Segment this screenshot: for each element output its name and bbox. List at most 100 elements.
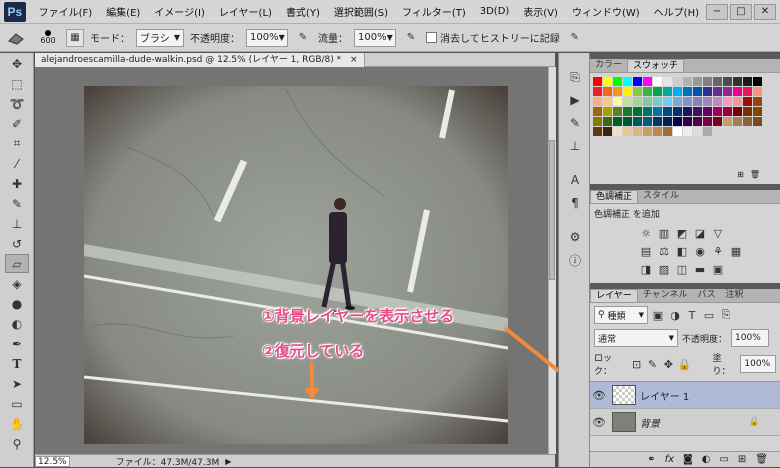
swatch[interactable] — [673, 97, 682, 106]
folder-icon[interactable]: ▭ — [719, 454, 728, 465]
layer-row[interactable]: 👁 背景 🔒 — [590, 409, 780, 436]
swatch[interactable] — [753, 87, 762, 96]
swatch[interactable] — [623, 117, 632, 126]
swatch[interactable] — [743, 117, 752, 126]
swatch[interactable] — [603, 127, 612, 136]
eye-icon[interactable]: 👁 — [590, 389, 608, 402]
swatch[interactable] — [743, 107, 752, 116]
swatch[interactable] — [683, 77, 692, 86]
swatch[interactable] — [633, 127, 642, 136]
clone-stamp-tool-icon[interactable]: ⊥ — [5, 214, 29, 233]
swatch[interactable] — [703, 97, 712, 106]
swatch[interactable] — [723, 107, 732, 116]
blend-mode-select[interactable]: 通常 ▼ — [594, 329, 678, 347]
swatches-grid[interactable] — [590, 73, 780, 171]
swatch[interactable] — [633, 107, 642, 116]
swatch[interactable] — [703, 77, 712, 86]
eye-icon[interactable]: 👁 — [590, 416, 608, 429]
swatch[interactable] — [633, 117, 642, 126]
pressure-opacity-icon[interactable]: ✎ — [294, 29, 312, 47]
menu-file[interactable]: ファイル(F) — [32, 4, 100, 19]
eraser-tool-icon[interactable] — [4, 29, 30, 47]
zoom-level[interactable]: 12.5% — [35, 455, 70, 467]
clone-source-icon[interactable]: ⊥ — [564, 136, 586, 156]
scrollbar-thumb[interactable] — [549, 140, 555, 280]
swatch[interactable] — [633, 87, 642, 96]
swatch[interactable] — [683, 107, 692, 116]
swatch[interactable] — [693, 117, 702, 126]
actions-panel-icon[interactable]: ▶ — [564, 90, 586, 110]
brush-panel-toggle-icon[interactable]: ▦ — [66, 28, 84, 47]
tab-layers[interactable]: レイヤー — [590, 289, 638, 302]
swatch[interactable] — [753, 97, 762, 106]
tab-notes[interactable]: 注釈 — [720, 289, 748, 302]
lasso-tool-icon[interactable]: ➰ — [5, 94, 29, 113]
menu-filter[interactable]: フィルター(T) — [395, 4, 473, 19]
swatch[interactable] — [703, 87, 712, 96]
swatch[interactable] — [623, 107, 632, 116]
swatch[interactable] — [603, 87, 612, 96]
selective-color-icon[interactable]: ▣ — [711, 262, 725, 276]
zoom-tool-icon[interactable]: ⚲ — [5, 434, 29, 453]
eyedropper-tool-icon[interactable]: ⁄ — [5, 154, 29, 173]
swatch[interactable] — [623, 127, 632, 136]
new-layer-icon[interactable]: ⊞ — [738, 454, 746, 465]
swatch[interactable] — [593, 107, 602, 116]
invert-icon[interactable]: ◨ — [639, 262, 653, 276]
swatch[interactable] — [683, 87, 692, 96]
swatch[interactable] — [683, 117, 692, 126]
mask-icon[interactable]: ◙ — [683, 454, 693, 465]
pen-tool-icon[interactable]: ✒ — [5, 334, 29, 353]
exposure-icon[interactable]: ◪ — [693, 226, 707, 240]
tab-styles[interactable]: スタイル — [638, 190, 684, 203]
document-tab[interactable]: alejandroescamilla-dude-walkin.psd @ 12.… — [35, 52, 365, 67]
swatch[interactable] — [663, 127, 672, 136]
swatch[interactable] — [643, 127, 652, 136]
swatch[interactable] — [643, 97, 652, 106]
healing-brush-tool-icon[interactable]: ✚ — [5, 174, 29, 193]
swatch[interactable] — [693, 87, 702, 96]
swatch[interactable] — [733, 117, 742, 126]
swatch[interactable] — [613, 77, 622, 86]
swatch[interactable] — [603, 97, 612, 106]
threshold-icon[interactable]: ◫ — [675, 262, 689, 276]
path-select-tool-icon[interactable]: ➤ — [5, 374, 29, 393]
minimize-button[interactable]: − — [706, 3, 728, 20]
curves-icon[interactable]: ◩ — [675, 226, 689, 240]
history-erase-checkbox[interactable]: 消去してヒストリーに記録 — [426, 30, 560, 45]
brush-preset-icon[interactable]: ✎ — [564, 113, 586, 133]
marquee-tool-icon[interactable]: ⬚ — [5, 74, 29, 93]
menu-edit[interactable]: 編集(E) — [99, 4, 147, 19]
swatch[interactable] — [663, 107, 672, 116]
swatch[interactable] — [743, 87, 752, 96]
swatch[interactable] — [713, 97, 722, 106]
adjustment-icon[interactable]: ◐ — [702, 454, 711, 465]
layer-opacity-field[interactable]: 100% — [731, 329, 770, 347]
swatch[interactable] — [683, 127, 692, 136]
swatch[interactable] — [673, 77, 682, 86]
filter-smart-icon[interactable]: ⎘ — [719, 308, 733, 322]
swatch[interactable] — [613, 107, 622, 116]
pressure-size-icon[interactable]: ✎ — [566, 29, 584, 47]
brush-size-picker[interactable]: 600 — [36, 30, 60, 45]
swatch[interactable] — [673, 87, 682, 96]
swatch[interactable] — [673, 127, 682, 136]
swatch[interactable] — [713, 87, 722, 96]
swatch[interactable] — [613, 87, 622, 96]
menu-image[interactable]: イメージ(I) — [147, 4, 212, 19]
flow-field[interactable]: 100% ▼ — [354, 28, 396, 47]
swatch[interactable] — [643, 117, 652, 126]
status-menu-arrow-icon[interactable]: ▶ — [225, 457, 231, 466]
character-panel-icon[interactable]: A — [564, 170, 586, 190]
trash-icon[interactable]: 🗑 — [755, 454, 768, 465]
swatch[interactable] — [613, 127, 622, 136]
swatch[interactable] — [753, 77, 762, 86]
gradient-map-icon[interactable]: ▬ — [693, 262, 707, 276]
menu-select[interactable]: 選択範囲(S) — [327, 4, 395, 19]
posterize-icon[interactable]: ▨ — [657, 262, 671, 276]
lock-all-icon[interactable]: 🔒 — [678, 357, 692, 371]
menu-help[interactable]: ヘルプ(H) — [647, 4, 706, 19]
history-brush-tool-icon[interactable]: ↺ — [5, 234, 29, 253]
airbrush-icon[interactable]: ✎ — [402, 29, 420, 47]
eraser-tool-icon[interactable]: ▱ — [5, 254, 29, 273]
